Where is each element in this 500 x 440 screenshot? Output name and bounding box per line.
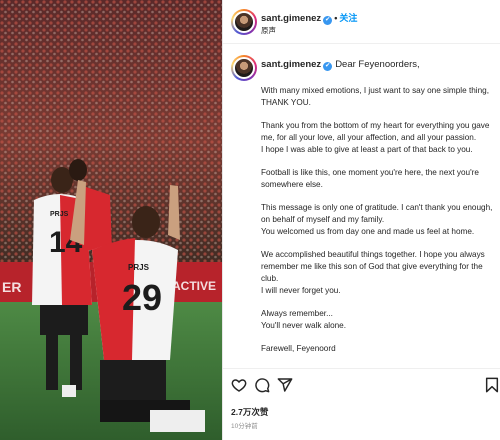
- send-icon[interactable]: [277, 377, 293, 393]
- caption-paragraph: Farewell, Feyenoord: [261, 343, 495, 355]
- bookmark-icon[interactable]: [485, 377, 499, 393]
- svg-text:PRJS: PRJS: [128, 263, 150, 272]
- svg-text:ACTIVE: ACTIVE: [172, 279, 216, 293]
- author-avatar[interactable]: [231, 9, 257, 35]
- likes-count[interactable]: 2.7万次赞: [231, 406, 268, 418]
- caption-line: Always remember...: [261, 309, 333, 318]
- caption-author-username-link[interactable]: sant.gimenez: [261, 59, 321, 70]
- caption-line: With many mixed emotions, I just want to…: [261, 86, 489, 95]
- caption-line: You welcomed us from day one and made us…: [261, 227, 475, 236]
- post-photo: ER ACTIVE 14 PRJS PRJS 29: [0, 0, 222, 440]
- caption-text: With many mixed emotions, I just want to…: [261, 85, 495, 366]
- caption-paragraph: With many mixed emotions, I just want to…: [261, 85, 495, 109]
- caption-greeting: Dear Feyenoorders,: [335, 59, 420, 70]
- caption-line: This message is only one of gratitude. I…: [261, 203, 493, 212]
- caption-author-avatar[interactable]: [231, 55, 257, 81]
- post-media-photo[interactable]: ER ACTIVE 14 PRJS PRJS 29: [0, 0, 222, 440]
- comment-icon[interactable]: [254, 377, 270, 393]
- caption-line: I hope I was able to give at least a par…: [261, 145, 473, 154]
- caption-line: me, for all your love, all your affectio…: [261, 133, 477, 142]
- svg-text:ER: ER: [2, 279, 21, 295]
- caption-paragraph: Thank you from the bottom of my heart fo…: [261, 120, 495, 156]
- caption-paragraph: Always remember... You'll never walk alon…: [261, 308, 495, 332]
- heart-icon[interactable]: [231, 377, 247, 393]
- audio-label[interactable]: 原声: [261, 25, 276, 36]
- caption-line: club.: [261, 274, 279, 283]
- post-detail-panel: sant.gimenez ✔ • 关注 原声 sant.gimenez ✔ Dear Fe…: [222, 0, 500, 440]
- post-header: sant.gimenez ✔ • 关注 原声: [223, 0, 500, 44]
- caption-line: You'll never walk alone.: [261, 321, 347, 330]
- verified-badge-icon: ✔: [323, 62, 333, 71]
- caption-line: Farewell, Feyenoord: [261, 344, 336, 353]
- caption-paragraph: We accomplished beautiful things togethe…: [261, 249, 495, 297]
- caption-line: Football is like this, one moment you're…: [261, 168, 479, 177]
- caption-line: We accomplished beautiful things togethe…: [261, 250, 485, 259]
- post-actions-bar: 2.7万次赞 10分钟前: [223, 368, 500, 440]
- svg-text:PRJS: PRJS: [50, 211, 69, 218]
- caption-line: THANK YOU.: [261, 98, 311, 107]
- caption-scroll-area[interactable]: sant.gimenez ✔ Dear Feyenoorders, With man…: [223, 45, 500, 367]
- author-username-row: sant.gimenez ✔ • 关注: [261, 11, 357, 25]
- author-username-link[interactable]: sant.gimenez: [261, 13, 321, 24]
- caption-paragraph: This message is only one of gratitude. I…: [261, 202, 495, 238]
- separator-dot: •: [334, 13, 338, 23]
- svg-text:29: 29: [122, 277, 162, 318]
- caption-line: remember me like this son of God that gi…: [261, 262, 483, 271]
- caption-paragraph: Football is like this, one moment you're…: [261, 167, 495, 191]
- post-timestamp[interactable]: 10分钟前: [231, 420, 258, 430]
- verified-badge-icon: ✔: [323, 16, 333, 25]
- follow-button[interactable]: 关注: [339, 13, 357, 23]
- caption-line: somewhere else.: [261, 180, 323, 189]
- caption-line: I will never forget you.: [261, 286, 341, 295]
- caption-line: Thank you from the bottom of my heart fo…: [261, 121, 490, 130]
- caption-author-row: sant.gimenez ✔ Dear Feyenoorders,: [261, 59, 420, 71]
- caption-line: on behalf of myself and my family.: [261, 215, 385, 224]
